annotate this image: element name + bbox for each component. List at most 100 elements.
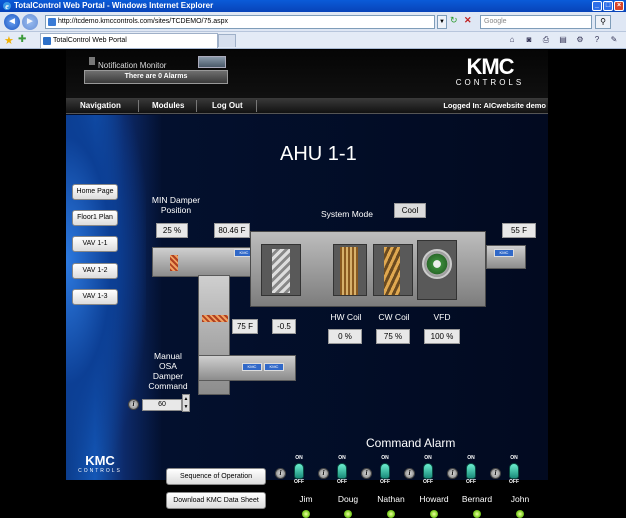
feeds-icon[interactable]: ◙ [523,35,535,46]
print-icon[interactable]: ⎙ [540,35,552,46]
menu-divider [138,100,139,112]
page-icon [48,18,56,26]
manual-osa-spinner[interactable]: ▲ ▼ [182,394,190,412]
footer-logo-main: KMC [85,453,115,468]
notification-bell-icon [89,57,95,65]
person-nathan: Nathan [377,494,405,504]
jim-switch[interactable]: ON OFF [288,455,310,489]
portal-header: Notification Monitor There are 0 Alarms … [66,50,548,98]
return-damper [170,255,178,271]
web-page: Notification Monitor There are 0 Alarms … [0,50,626,518]
manual-osa-label: Manual OSA Damper Command [148,351,188,391]
min-damper-value[interactable]: 25 % [156,223,188,238]
minimize-button[interactable]: _ [592,1,602,11]
toggle-icon [337,463,347,479]
toggle-icon [466,463,476,479]
portal: Notification Monitor There are 0 Alarms … [66,50,548,518]
vav-1-3-button[interactable]: VAV 1-3 [72,289,118,305]
home-page-button[interactable]: Home Page [72,184,118,200]
close-button[interactable]: × [614,1,624,11]
person-howard: Howard [419,494,449,504]
page-title: AHU 1-1 [280,143,357,165]
toggle-icon [380,463,390,479]
filter-section [261,244,301,296]
new-tab-button[interactable] [218,34,236,47]
cw-coil-value: 75 % [376,329,410,344]
back-icon[interactable]: ◄ [4,14,20,30]
bernard-switch[interactable]: ON OFF [460,455,482,489]
forward-icon[interactable]: ► [22,14,38,30]
page-menu-icon[interactable]: ▤ [557,35,569,46]
logo-main-text: KMC [466,54,514,79]
toggle-icon [509,463,519,479]
footer-kmc-logo: KMC CONTROLS [72,454,128,478]
add-favorite-icon[interactable]: ✚ [18,34,26,45]
svg-text:e: e [5,2,9,11]
menu-modules[interactable]: Modules [146,98,190,114]
supply-sensor-icon: KMC [494,249,514,257]
url-dropdown-icon[interactable]: ▼ [437,15,447,29]
switch-on-label: ON [510,455,518,461]
refresh-icon[interactable]: ↻ [450,15,462,29]
tab-bar: ★ ✚ TotalControl Web Portal ⌂ ◙ ⎙ ▤ ⚙ ? … [0,32,626,49]
home-icon[interactable]: ⌂ [506,35,518,46]
cw-coil [384,247,400,295]
nathan-switch[interactable]: ON OFF [374,455,396,489]
menu-divider [196,100,197,112]
favorites-star-icon[interactable]: ★ [4,34,14,47]
help-icon[interactable]: ? [591,35,603,46]
menu-divider [256,100,257,112]
howard-info-icon[interactable]: i [404,468,415,479]
switch-on-label: ON [381,455,389,461]
doug-info-icon[interactable]: i [318,468,329,479]
nathan-status-led [387,510,395,518]
john-info-icon[interactable]: i [490,468,501,479]
osa-info-icon[interactable]: i [128,399,139,410]
toggle-icon [423,463,433,479]
toggle-icon [294,463,304,479]
cw-coil-label: CW Coil [378,312,410,322]
alarms-count: There are 0 Alarms [84,70,228,84]
search-icon[interactable]: ⚲ [595,15,611,29]
tab-active[interactable]: TotalControl Web Portal [40,33,218,48]
search-input[interactable]: Google [480,15,592,29]
tools-menu-icon[interactable]: ⚙ [574,35,586,46]
osa-value2: -0.5 [272,319,296,334]
maximize-button[interactable]: □ [603,1,613,11]
hw-coil-label: HW Coil [330,312,362,322]
system-mode-value[interactable]: Cool [394,203,426,218]
john-status-led [516,510,524,518]
menu-bar: Navigation Modules Log Out Logged In: AI… [66,98,548,114]
vav-1-1-button[interactable]: VAV 1-1 [72,236,118,252]
stop-icon[interactable]: ✕ [464,15,476,29]
url-text: http://tcdemo.kmccontrols.com/sites/TCDE… [58,18,228,25]
vav-1-2-button[interactable]: VAV 1-2 [72,263,118,279]
download-datasheet-button[interactable]: Download KMC Data Sheet [166,492,266,509]
research-icon[interactable]: ✎ [608,35,620,46]
manual-osa-input[interactable]: 60 [142,399,182,411]
switch-on-label: ON [424,455,432,461]
bernard-status-led [473,510,481,518]
logo-sub-text: CONTROLS [455,78,525,87]
floor1-plan-button[interactable]: Floor1 Plan [72,210,118,226]
supply-temp-value: 55 F [502,223,536,238]
return-temp-value: 80.46 F [214,223,250,238]
doug-switch[interactable]: ON OFF [331,455,353,489]
jim-info-icon[interactable]: i [275,468,286,479]
ahu-graphic: AHU 1-1 Home Page Floor1 Plan VAV 1-1 VA… [66,115,548,518]
sequence-of-operation-button[interactable]: Sequence of Operation [166,468,266,485]
bernard-info-icon[interactable]: i [447,468,458,479]
url-input[interactable]: http://tcdemo.kmccontrols.com/sites/TCDE… [45,15,435,29]
switch-on-label: ON [338,455,346,461]
ie-logo-icon: e [3,2,11,11]
notification-toggle-button[interactable] [198,56,226,68]
notification-title: Notification Monitor [98,61,167,70]
john-switch[interactable]: ON OFF [503,455,525,489]
howard-switch[interactable]: ON OFF [417,455,439,489]
howard-status-led [430,510,438,518]
footer-logo-sub: CONTROLS [78,468,122,474]
nathan-info-icon[interactable]: i [361,468,372,479]
fan-section [417,240,457,300]
menu-navigation[interactable]: Navigation [74,98,127,114]
menu-logout[interactable]: Log Out [206,98,249,114]
